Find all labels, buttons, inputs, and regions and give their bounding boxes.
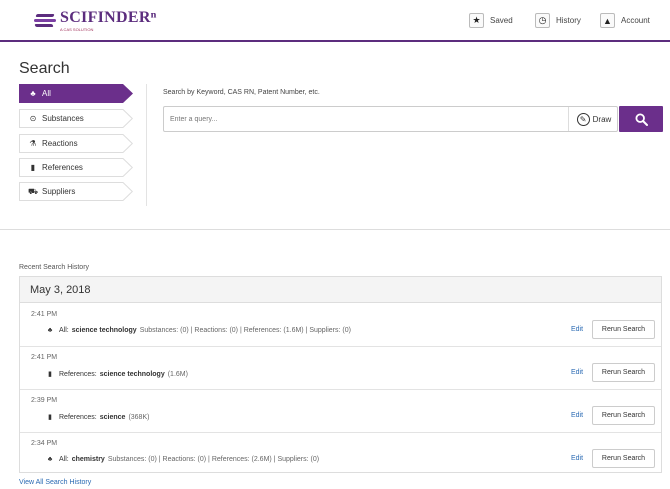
history-label: History [556,16,581,25]
rerun-search-button[interactable]: Rerun Search [592,406,655,425]
clock-icon: ◷ [535,13,550,28]
substance-icon: ⊙ [29,114,37,123]
history-detail: Substances: (0) | Reactions: (0) | Refer… [107,456,320,463]
category-label: Suppliers [42,187,76,196]
all-icon: ♣ [47,327,53,334]
all-icon: ♣ [30,89,36,98]
user-icon: ▲ [600,13,615,28]
account-button[interactable]: ▲ Account [600,12,650,29]
category-label: Reactions [42,139,78,148]
top-header: SCIFINDERⁿ A CAS SOLUTION ★ Saved ◷ Hist… [0,0,670,42]
category-all[interactable]: ♣ All [19,84,133,103]
edit-link[interactable]: Edit [571,369,583,376]
history-term: science technology [71,327,137,334]
book-icon: ▮ [48,371,52,378]
rerun-search-button[interactable]: Rerun Search [592,320,655,339]
edit-link[interactable]: Edit [571,412,583,419]
all-icon: ♣ [47,456,53,463]
history-detail: Substances: (0) | Reactions: (0) | Refer… [139,327,351,334]
search-button[interactable] [619,106,663,132]
history-query[interactable]: ▮ References: science (368K) [46,413,150,422]
category-label: All [42,89,51,98]
draw-button[interactable]: ✎ Draw [568,107,619,131]
history-date-header: May 3, 2018 [20,277,661,303]
search-hint: Search by Keyword, CAS RN, Patent Number… [163,89,320,96]
book-icon: ▮ [30,163,36,172]
edit-link[interactable]: Edit [571,455,583,462]
history-time: 2:41 PM [31,311,58,318]
history-row: 2:41 PM ▮ References: science technology… [20,347,661,390]
history-time: 2:34 PM [31,440,58,447]
history-type: All: [59,456,69,463]
logo-tagline: A CAS SOLUTION [60,27,94,32]
category-substances[interactable]: ⊙ Substances [19,109,133,128]
search-input[interactable] [170,112,560,127]
history-row: 2:41 PM ♣ All: science technology Substa… [20,304,661,347]
history-detail: (1.6M) [167,370,188,378]
history-row: 2:39 PM ▮ References: science (368K) Edi… [20,390,661,433]
account-label: Account [621,16,650,25]
category-suppliers[interactable]: ⛟ Suppliers [19,182,133,201]
category-label: References [42,163,83,172]
scifinder-logo[interactable]: SCIFINDERⁿ A CAS SOLUTION [34,8,157,34]
history-list: May 3, 2018 2:41 PM ♣ All: science techn… [19,276,662,473]
history-time: 2:41 PM [31,354,58,361]
rerun-search-button[interactable]: Rerun Search [592,363,655,382]
history-button[interactable]: ◷ History [535,12,581,29]
page-title: Search [19,60,70,77]
vertical-divider [146,84,147,206]
search-panel: Search ♣ All ⊙ Substances ⚗ Reactions ▮ … [0,44,670,230]
category-reactions[interactable]: ⚗ Reactions [19,134,133,153]
history-query[interactable]: ♣ All: science technology Substances: (0… [46,327,351,334]
scifinder-logo-icon [34,11,56,31]
saved-button[interactable]: ★ Saved [469,12,513,29]
query-box: ✎ Draw [163,106,618,132]
draw-label: Draw [592,114,612,124]
pencil-icon: ✎ [576,112,590,126]
history-term: science [99,413,126,421]
history-detail: (368K) [128,413,150,421]
history-row: 2:34 PM ♣ All: chemistry Substances: (0)… [20,433,661,476]
cart-icon: ⛟ [28,186,39,196]
history-term: science technology [99,370,165,378]
rerun-search-button[interactable]: Rerun Search [592,449,655,468]
category-label: Substances [42,114,84,123]
star-icon: ★ [469,13,484,28]
book-icon: ▮ [48,414,52,421]
history-time: 2:39 PM [31,397,58,404]
logo-name: SCIFINDERⁿ [60,9,157,26]
history-term: chemistry [71,456,105,463]
view-all-history-link[interactable]: View All Search History [19,479,91,486]
category-references[interactable]: ▮ References [19,158,133,177]
recent-history-heading: Recent Search History [19,264,90,271]
history-type: References: [59,413,97,421]
history-query[interactable]: ♣ All: chemistry Substances: (0) | React… [46,456,319,463]
history-query[interactable]: ▮ References: science technology (1.6M) [46,370,188,379]
history-type: All: [59,327,69,334]
history-type: References: [59,370,97,378]
reaction-icon: ⚗ [29,139,37,148]
search-icon [634,112,648,126]
edit-link[interactable]: Edit [571,326,583,333]
saved-label: Saved [490,16,513,25]
